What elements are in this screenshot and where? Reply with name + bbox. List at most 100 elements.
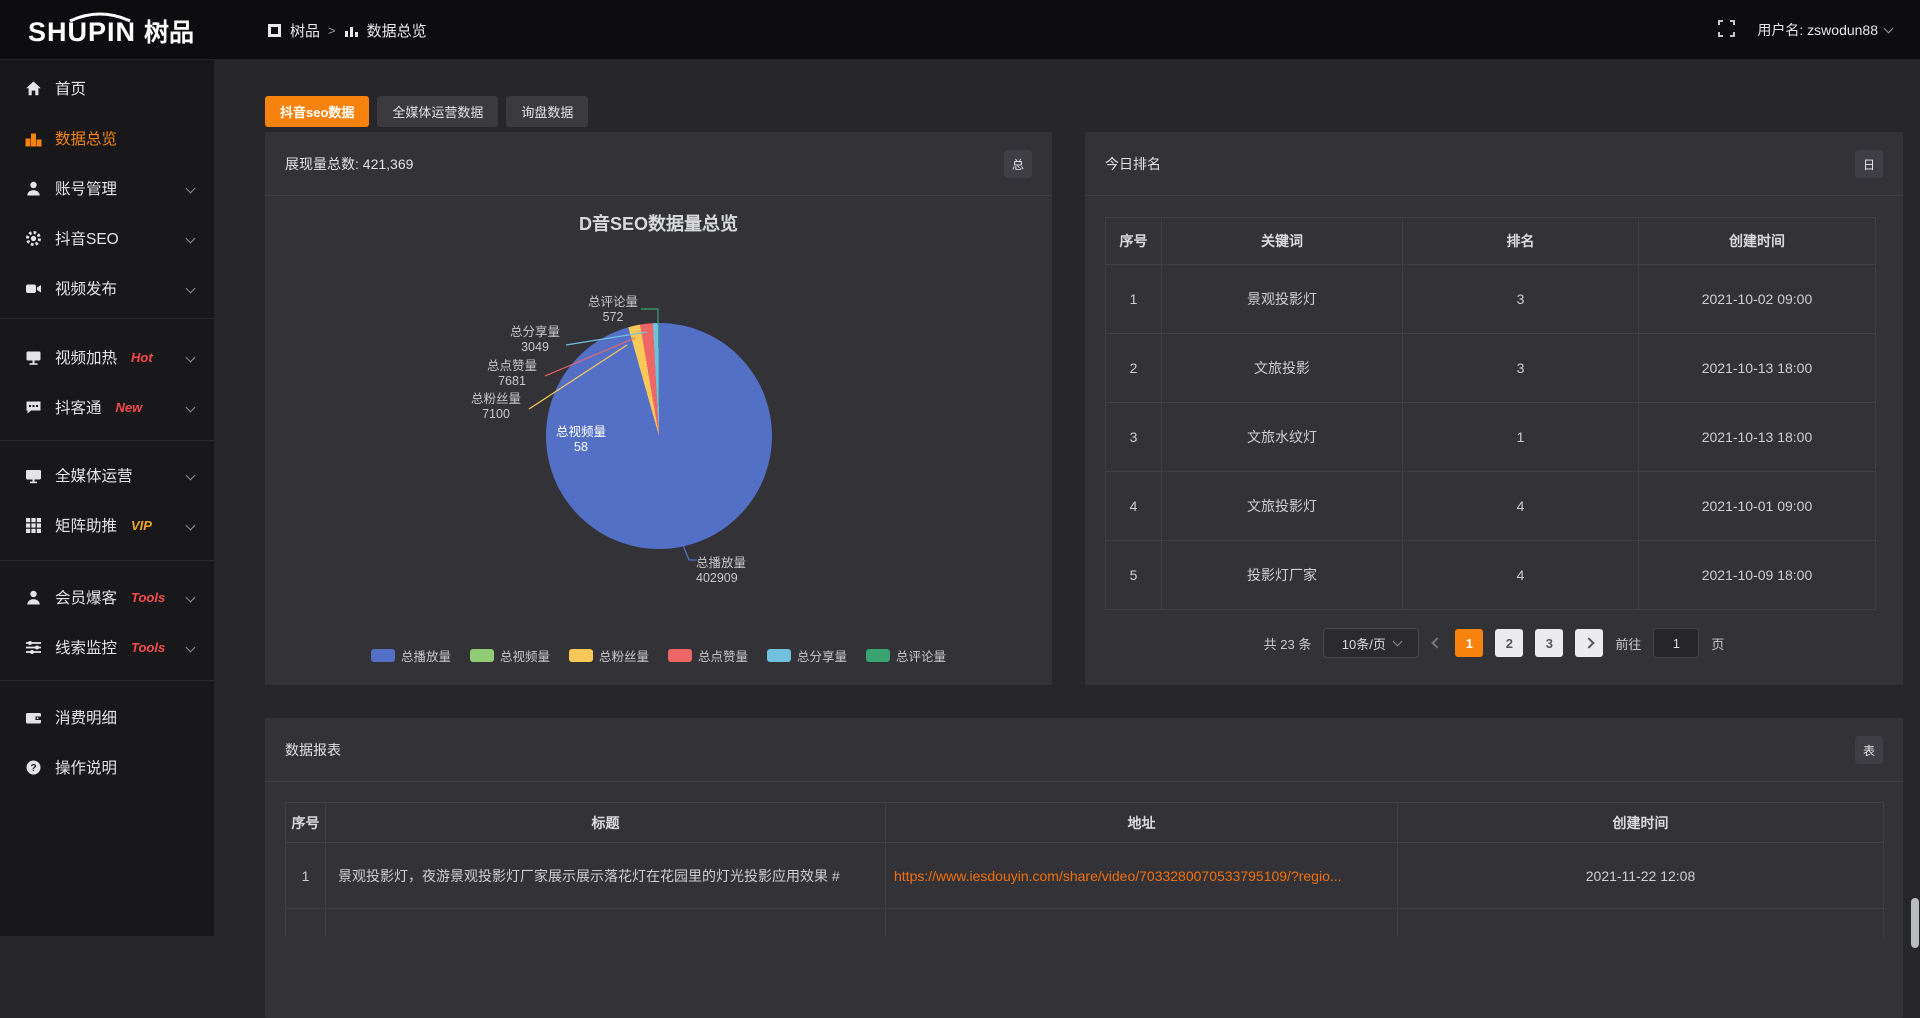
sidebar-item-help[interactable]: ? 操作说明 <box>0 742 214 792</box>
new-badge: New <box>116 400 143 415</box>
table-row[interactable]: 1 景观投影灯 3 2021-10-02 09:00 <box>1106 265 1876 334</box>
report-card: 数据报表 表 序号 标题 地址 创建时间 1 景观投影灯，夜游景观投影灯厂家展示… <box>265 718 1903 1018</box>
sidebar-item-media-ops[interactable]: 全媒体运营 <box>0 450 214 500</box>
fullscreen-icon[interactable] <box>1718 20 1735 40</box>
prev-page-icon[interactable] <box>1432 637 1443 648</box>
topbar: SHUPIN 树品 树品 > 数据总览 用户名: zswodun88 <box>0 0 1920 60</box>
table-badge[interactable]: 表 <box>1855 736 1883 764</box>
sidebar-item-account[interactable]: 账号管理 <box>0 163 214 213</box>
sidebar-item-label: 线索监控 <box>55 636 117 658</box>
sidebar-divider <box>0 680 214 681</box>
pie-label-shares: 总分享量3049 <box>487 325 583 355</box>
legend-swatch <box>569 649 593 662</box>
report-card-title: 数据报表 <box>285 718 341 782</box>
total-badge[interactable]: 总 <box>1004 150 1032 178</box>
breadcrumb-root[interactable]: 树品 <box>290 20 320 41</box>
tab-media-ops-data[interactable]: 全媒体运营数据 <box>377 96 498 127</box>
chevron-down-icon <box>186 183 196 193</box>
sidebar-item-douyin-seo[interactable]: 抖音SEO <box>0 213 214 263</box>
vip-badge: VIP <box>131 518 152 533</box>
report-card-header: 数据报表 表 <box>265 718 1903 782</box>
bar-chart-icon <box>24 130 42 147</box>
app-logo: SHUPIN 树品 <box>28 10 208 55</box>
wallet-icon <box>24 709 42 726</box>
legend-item-videos[interactable]: 总视频量 <box>470 646 550 665</box>
table-row[interactable]: 2 文旅投影 3 2021-10-13 18:00 <box>1106 334 1876 403</box>
sidebar: 首页 数据总览 账号管理 抖音SEO 视频发布 视频加热 Hot 抖客通 New… <box>0 60 215 936</box>
page-button-3[interactable]: 3 <box>1535 629 1563 657</box>
sidebar-item-data-overview[interactable]: 数据总览 <box>0 113 214 163</box>
page-button-2[interactable]: 2 <box>1495 629 1523 657</box>
gear-icon <box>24 230 42 247</box>
sidebar-item-member-growth[interactable]: 会员爆客 Tools <box>0 572 214 622</box>
sidebar-divider <box>0 440 214 441</box>
page-unit-label: 页 <box>1711 634 1724 653</box>
sidebar-item-douketon[interactable]: 抖客通 New <box>0 382 214 432</box>
page-button-1[interactable]: 1 <box>1455 629 1483 657</box>
tools-badge: Tools <box>131 640 165 655</box>
ranking-card: 今日排名 日 序号 关键词 排名 创建时间 1 景观投影灯 3 2021-10-… <box>1085 132 1903 685</box>
data-tabs: 抖音seo数据 全媒体运营数据 询盘数据 <box>265 96 588 127</box>
chevron-down-icon <box>1884 23 1894 33</box>
next-page-button[interactable] <box>1575 629 1603 657</box>
legend-item-fans[interactable]: 总粉丝量 <box>569 646 649 665</box>
col-keyword: 关键词 <box>1162 218 1403 265</box>
impressions-total-label: 展现量总数: 421,369 <box>285 132 413 196</box>
sidebar-item-label: 首页 <box>55 77 86 99</box>
sidebar-item-label: 消费明细 <box>55 706 117 728</box>
col-created: 创建时间 <box>1639 218 1876 265</box>
legend-swatch <box>866 649 890 662</box>
legend-swatch <box>371 649 395 662</box>
tab-douyin-seo[interactable]: 抖音seo数据 <box>265 96 369 127</box>
table-row[interactable]: 1 景观投影灯，夜游景观投影灯厂家展示展示落花灯在花园里的灯光投影应用效果 # … <box>286 843 1884 909</box>
question-icon: ? <box>24 759 42 776</box>
pie-chart-title: D音SEO数据量总览 <box>265 210 1052 236</box>
table-header-row: 序号 关键词 排名 创建时间 <box>1106 218 1876 265</box>
member-icon <box>24 589 42 606</box>
sidebar-item-video-publish[interactable]: 视频发布 <box>0 263 214 313</box>
display-icon <box>24 467 42 484</box>
chevron-down-icon <box>186 352 196 362</box>
pie-label-videos: 总视频量58 <box>533 425 629 455</box>
chevron-down-icon <box>186 642 196 652</box>
sidebar-item-lead-monitor[interactable]: 线索监控 Tools <box>0 622 214 672</box>
bar-chart-icon <box>344 23 359 38</box>
legend-item-comments[interactable]: 总评论量 <box>866 646 946 665</box>
user-menu[interactable]: 用户名: zswodun88 <box>1757 20 1892 40</box>
page-size-select[interactable]: 10条/页 <box>1323 628 1419 658</box>
sidebar-item-label: 会员爆客 <box>55 586 117 608</box>
svg-text:?: ? <box>30 763 36 774</box>
table-row <box>286 909 1884 937</box>
username-label: 用户名: zswodun88 <box>1757 20 1878 40</box>
sidebar-item-spending-detail[interactable]: 消费明细 <box>0 692 214 742</box>
breadcrumb-separator: > <box>328 23 336 38</box>
sidebar-item-home[interactable]: 首页 <box>0 63 214 113</box>
table-header-row: 序号 标题 地址 创建时间 <box>286 803 1884 843</box>
sidebar-item-label: 操作说明 <box>55 756 117 778</box>
main-content: 抖音seo数据 全媒体运营数据 询盘数据 展现量总数: 421,369 总 D音… <box>215 60 1920 936</box>
legend-item-plays[interactable]: 总播放量 <box>371 646 451 665</box>
legend-item-shares[interactable]: 总分享量 <box>767 646 847 665</box>
goto-label: 前往 <box>1615 634 1641 653</box>
table-row[interactable]: 5 投影灯厂家 4 2021-10-09 18:00 <box>1106 541 1876 610</box>
chevron-down-icon <box>186 520 196 530</box>
legend-item-likes[interactable]: 总点赞量 <box>668 646 748 665</box>
sidebar-item-matrix-boost[interactable]: 矩阵助推 VIP <box>0 500 214 550</box>
scrollbar-thumb[interactable] <box>1911 898 1919 948</box>
col-created: 创建时间 <box>1398 803 1884 843</box>
tools-badge: Tools <box>131 590 165 605</box>
sidebar-item-video-heat[interactable]: 视频加热 Hot <box>0 332 214 382</box>
tab-inquiry-data[interactable]: 询盘数据 <box>506 96 588 127</box>
table-row[interactable]: 4 文旅投影灯 4 2021-10-01 09:00 <box>1106 472 1876 541</box>
legend-swatch <box>470 649 494 662</box>
goto-page-input[interactable] <box>1653 628 1699 658</box>
ranking-card-header: 今日排名 日 <box>1085 132 1903 196</box>
sidebar-item-label: 抖音SEO <box>55 227 119 249</box>
col-index: 序号 <box>286 803 326 843</box>
video-url-link[interactable]: https://www.iesdouyin.com/share/video/70… <box>886 843 1398 909</box>
chat-bubble-icon <box>24 399 42 416</box>
table-row[interactable]: 3 文旅水纹灯 1 2021-10-13 18:00 <box>1106 403 1876 472</box>
pie-label-likes: 总点赞量7681 <box>464 359 560 389</box>
day-badge[interactable]: 日 <box>1855 150 1883 178</box>
chevron-down-icon <box>186 592 196 602</box>
